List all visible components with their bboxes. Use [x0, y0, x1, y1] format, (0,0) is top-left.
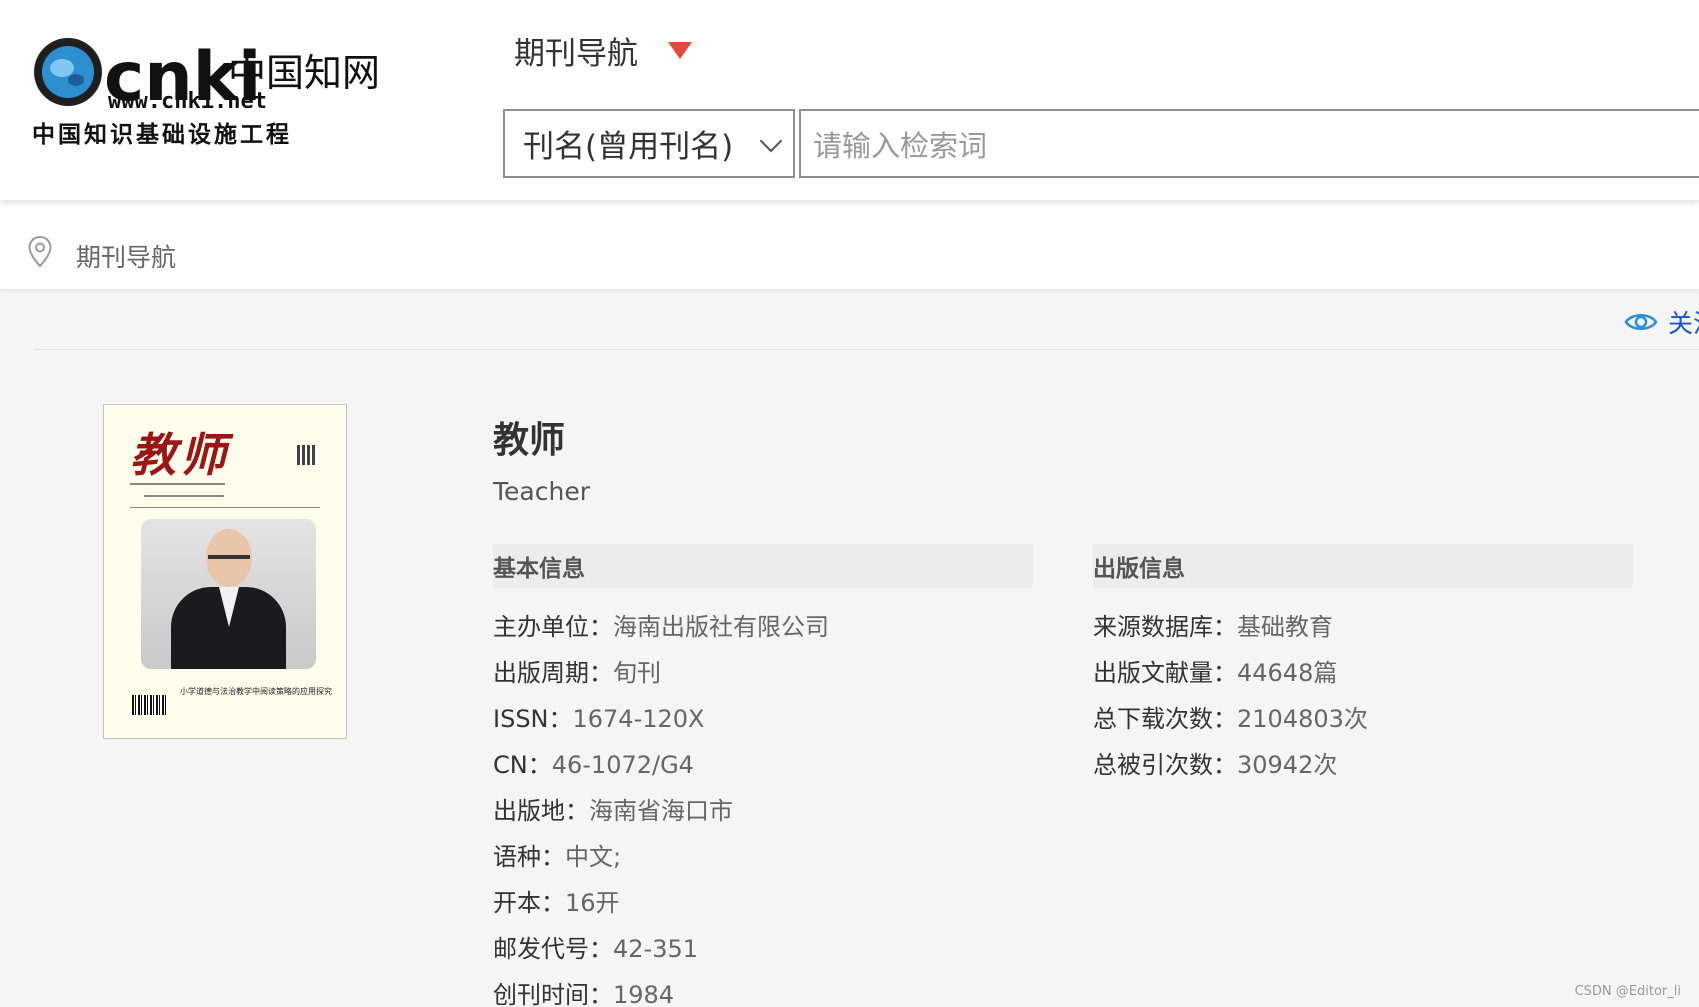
cover-caption: 小学道德与法治教学中阅读策略的应用探究: [180, 687, 332, 696]
journal-nav-dropdown[interactable]: 期刊导航: [514, 28, 692, 73]
cover-portrait: [141, 519, 316, 669]
eye-icon: [1624, 314, 1658, 330]
barcode-icon: [132, 695, 168, 715]
logo-url: www.cnki.net: [108, 89, 267, 114]
info-row-cn: CN：46-1072/G4: [493, 751, 694, 779]
watermark: CSDN @Editor_li: [1574, 984, 1681, 999]
top-header: cnki 中国知网 www.cnki.net 中国知识基础设施工程 期刊导航 刊…: [0, 0, 1699, 200]
breadcrumb: 期刊导航: [0, 200, 1699, 289]
info-row-place: 出版地：海南省海口市: [493, 797, 733, 825]
search-input[interactable]: 请输入检索词: [799, 109, 1699, 178]
cnki-logo[interactable]: cnki 中国知网 www.cnki.net 中国知识基础设施工程: [30, 28, 400, 158]
info-row-source-db: 来源数据库：基础教育: [1093, 613, 1333, 641]
cover-text-line: [130, 483, 225, 485]
info-row-language: 语种：中文;: [493, 843, 622, 871]
location-pin-icon: [28, 235, 52, 272]
info-row-article-count: 出版文献量：44648篇: [1093, 659, 1338, 687]
search-placeholder: 请输入检索词: [813, 128, 988, 163]
chevron-down-icon: [759, 129, 783, 153]
cover-text-line: [144, 495, 224, 497]
qr-code-icon: [297, 445, 317, 465]
info-row-downloads: 总下载次数：2104803次: [1093, 705, 1368, 733]
divider: [34, 349, 1699, 350]
breadcrumb-item-journal-nav[interactable]: 期刊导航: [76, 238, 176, 274]
logo-subtitle: 中国知识基础设施工程: [32, 121, 292, 148]
info-row-postal-code: 邮发代号：42-351: [493, 935, 699, 963]
search-field-label: 刊名(曾用刊名): [523, 129, 734, 165]
cover-text-line: [130, 507, 320, 508]
journal-detail: 关注 教师 小学道德与法治教学中阅读策略的应用探究 教师 Teacher 基本信…: [0, 289, 1699, 1007]
basic-info-heading: 基本信息: [493, 544, 1033, 588]
info-row-citations: 总被引次数：30942次: [1093, 751, 1338, 779]
info-row-founded: 创刊时间：1984: [493, 981, 675, 1007]
follow-button[interactable]: 关注: [1624, 304, 1699, 340]
search-field-select[interactable]: 刊名(曾用刊名): [503, 109, 795, 178]
follow-label: 关注: [1668, 309, 1699, 338]
journal-cover-image: 教师 小学道德与法治教学中阅读策略的应用探究: [103, 404, 347, 739]
info-row-sponsor: 主办单位：海南出版社有限公司: [493, 613, 829, 641]
journal-english-title: Teacher: [493, 477, 590, 506]
info-row-format: 开本：16开: [493, 889, 620, 917]
publication-info-heading: 出版信息: [1093, 544, 1633, 588]
info-row-issn: ISSN：1674-120X: [493, 705, 705, 733]
nav-title-label: 期刊导航: [514, 36, 638, 72]
info-row-frequency: 出版周期：旬刊: [493, 659, 661, 687]
triangle-down-icon: [668, 42, 692, 59]
cover-title: 教师: [130, 428, 230, 482]
journal-title: 教师: [493, 420, 566, 461]
